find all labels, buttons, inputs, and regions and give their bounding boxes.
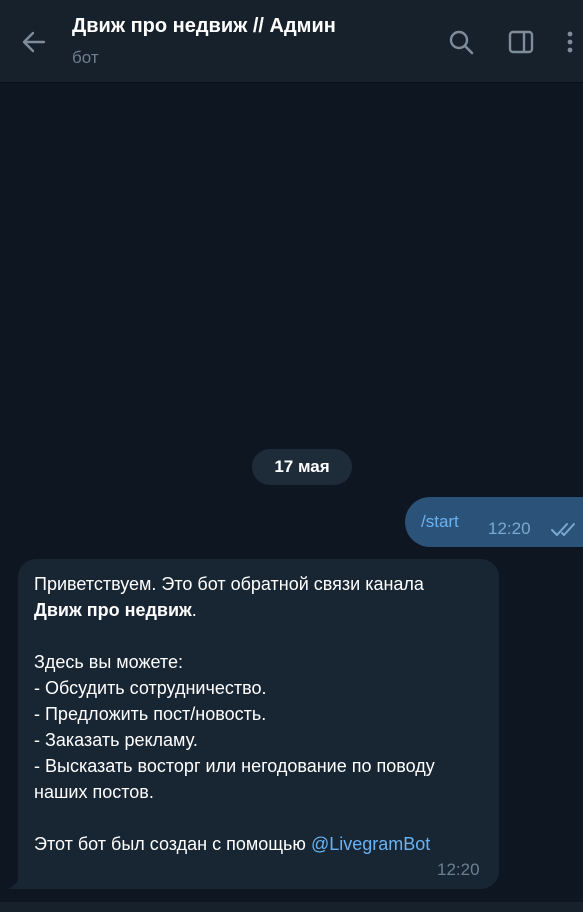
search-icon (449, 30, 474, 55)
sidebar-toggle-button[interactable] (503, 24, 539, 60)
back-button[interactable] (16, 24, 52, 60)
bot-mention-link[interactable]: @LivegramBot (311, 834, 430, 854)
channel-name-tail: . (191, 600, 197, 620)
chat-header: Движ про недвиж // Админ бот (0, 0, 583, 82)
outgoing-message-text[interactable]: /start (421, 512, 459, 532)
message-line-credit: Этот бот был создан с помощью @LivegramB… (34, 831, 494, 857)
incoming-message-text: Приветствуем. Это бот обратной связи кан… (34, 571, 494, 857)
sidebar-toggle-icon (508, 30, 534, 54)
message-line-channel: Движ про недвиж. (34, 597, 494, 623)
search-button[interactable] (443, 24, 479, 60)
message-line: - Обсудить сотрудничество. (34, 678, 267, 698)
incoming-message-time: 12:20 (437, 860, 480, 879)
credit-text: Этот бот был создан с помощью (34, 834, 306, 854)
more-vertical-icon (567, 31, 573, 53)
more-button[interactable] (558, 24, 582, 60)
message-line: Приветствуем. Это бот обратной связи кан… (34, 574, 424, 594)
message-line: - Высказать восторг или негодование по п… (34, 756, 435, 776)
date-separator: 17 мая (252, 449, 352, 485)
composer-bar-edge (0, 902, 583, 912)
back-arrow-icon (22, 31, 46, 53)
channel-name: Движ про недвиж (34, 600, 192, 620)
message-line: наших постов. (34, 782, 154, 802)
message-line: - Предложить пост/новость. (34, 704, 267, 724)
chat-title[interactable]: Движ про недвиж // Админ (72, 15, 336, 38)
outgoing-message-time: 12:20 (488, 519, 531, 538)
message-line: Здесь вы можете: (34, 652, 183, 672)
double-check-icon (551, 523, 575, 536)
chat-subtitle: бот (72, 48, 99, 67)
message-line: - Заказать рекламу. (34, 730, 198, 750)
